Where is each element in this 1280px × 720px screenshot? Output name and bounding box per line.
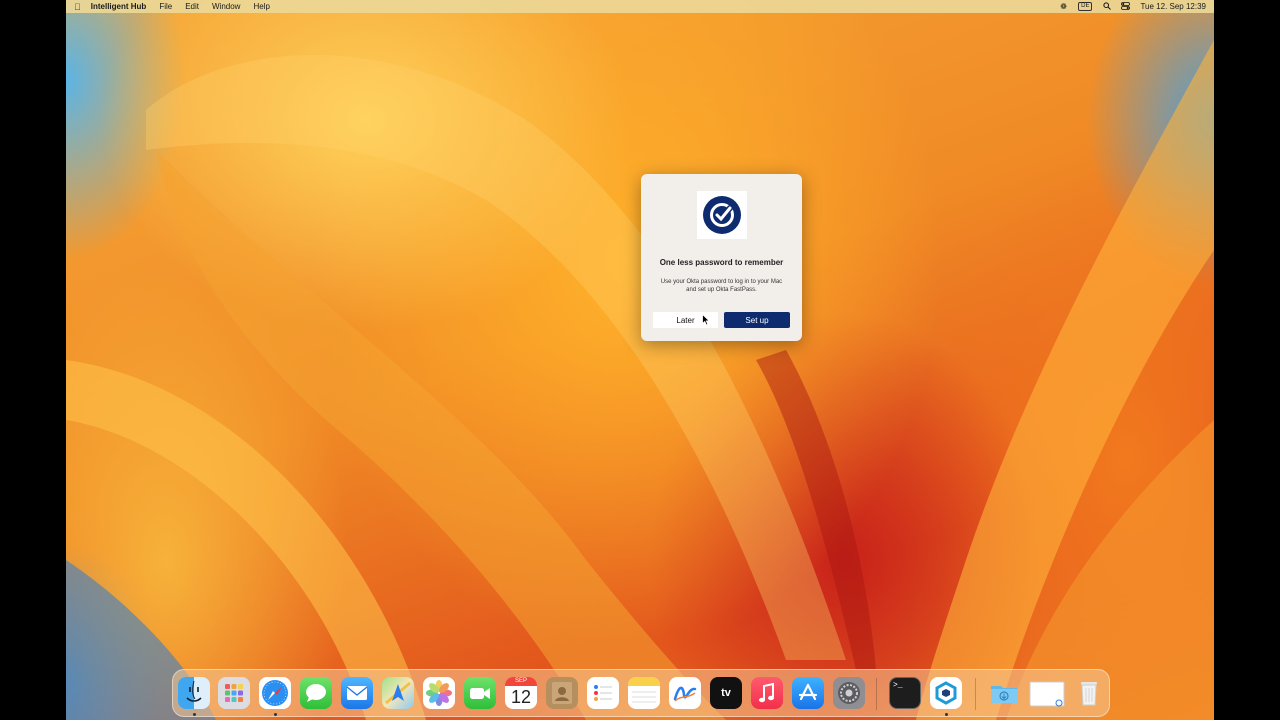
freeform-icon[interactable] — [669, 677, 701, 709]
menu-edit[interactable]: Edit — [185, 2, 199, 11]
facetime-icon[interactable] — [464, 677, 496, 709]
reminders-icon[interactable] — [587, 677, 619, 709]
spotlight-search-icon[interactable] — [1102, 2, 1111, 11]
intelligent-hub-icon[interactable] — [930, 677, 962, 709]
launchpad-icon[interactable] — [218, 677, 250, 709]
okta-verify-logo — [697, 191, 747, 239]
running-indicator — [274, 713, 277, 716]
photos-icon[interactable] — [423, 677, 455, 709]
menu-window[interactable]: Window — [212, 2, 240, 11]
input-source-indicator[interactable]: DE — [1078, 2, 1093, 11]
okta-fastpass-dialog: One less password to remember Use your O… — [641, 174, 802, 341]
menu-file[interactable]: File — [159, 2, 172, 11]
running-indicator — [193, 713, 196, 716]
menu-app-name[interactable]: Intelligent Hub — [91, 2, 147, 11]
finder-icon[interactable] — [178, 677, 210, 709]
menu-help[interactable]: Help — [253, 2, 269, 11]
running-indicator — [945, 713, 948, 716]
safari-icon[interactable] — [259, 677, 291, 709]
tv-label: tv — [721, 687, 731, 699]
wallpaper-swirl — [66, 40, 1214, 720]
maps-icon[interactable] — [382, 677, 414, 709]
dialog-message: Use your Okta password to log in to your… — [660, 279, 783, 293]
downloads-folder-icon[interactable] — [988, 677, 1020, 709]
dialog-title: One less password to remember — [659, 258, 784, 267]
dock: SEP 12 tv >_ — [172, 669, 1110, 717]
menu-bar:  Intelligent Hub File Edit Window Help … — [66, 0, 1214, 13]
desktop-wallpaper — [66, 0, 1214, 720]
menu-clock[interactable]: Tue 12. Sep 12:39 — [1140, 2, 1206, 11]
mail-icon[interactable] — [341, 677, 373, 709]
apple-menu-icon[interactable]:  — [74, 2, 81, 12]
dock-separator — [975, 678, 976, 710]
messages-icon[interactable] — [300, 677, 332, 709]
document-icon[interactable] — [1029, 677, 1067, 709]
notes-icon[interactable] — [628, 677, 660, 709]
music-icon[interactable] — [751, 677, 783, 709]
system-settings-icon[interactable] — [833, 677, 865, 709]
calendar-day: 12 — [510, 687, 532, 707]
set-up-button[interactable]: Set up — [724, 312, 790, 328]
status-extension-icon[interactable]: ❁ — [1059, 2, 1068, 11]
control-center-icon[interactable] — [1121, 2, 1131, 11]
calendar-month: SEP — [505, 677, 537, 686]
okta-check-icon — [703, 196, 741, 234]
calendar-icon[interactable]: SEP 12 — [505, 677, 537, 709]
trash-icon[interactable] — [1073, 677, 1105, 709]
apple-tv-icon[interactable]: tv — [710, 677, 742, 709]
app-store-icon[interactable] — [792, 677, 824, 709]
contacts-icon[interactable] — [546, 677, 578, 709]
terminal-prompt-glyph: >_ — [893, 681, 903, 690]
terminal-icon[interactable]: >_ — [889, 677, 921, 709]
dock-separator — [876, 678, 877, 710]
mouse-pointer-icon — [702, 314, 710, 326]
